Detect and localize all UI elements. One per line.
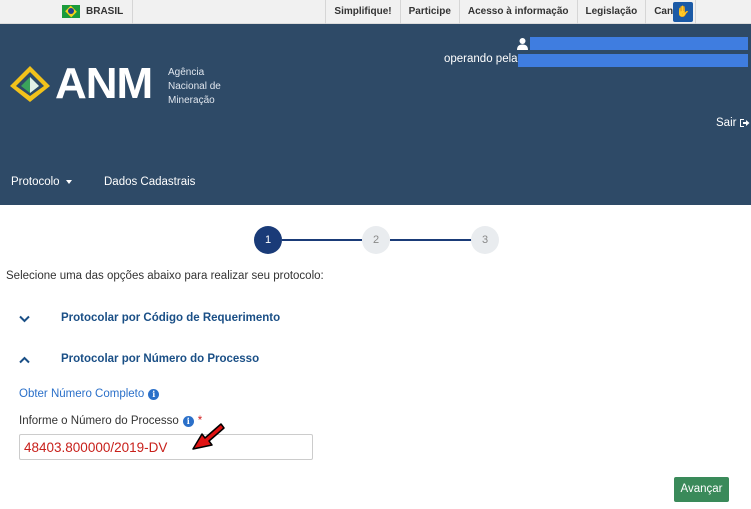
step-1: 1 (254, 226, 282, 254)
logo-wordmark[interactable]: ANM (55, 62, 153, 106)
get-full-number-label: Obter Número Completo (19, 388, 145, 400)
divider (132, 0, 133, 24)
redacted-organization (518, 54, 748, 67)
process-number-input[interactable]: 48403.800000/2019-DV (19, 434, 313, 460)
gov-link-simplifique[interactable]: Simplifique! (325, 0, 399, 24)
vlibras-hands-icon[interactable]: ✋ (673, 2, 693, 22)
logout-link[interactable]: Sair (716, 117, 750, 129)
operating-label: operando pela: (444, 53, 521, 65)
accordion-numero-processo[interactable]: Protocolar por Número do Processo (61, 353, 259, 365)
site-header: ANM Agência Nacional de Mineração operan… (0, 24, 751, 205)
logout-label: Sair (716, 117, 737, 129)
stepper-line (282, 239, 362, 241)
red-arrow-annotation-icon (192, 423, 225, 450)
brazil-flag-icon (62, 5, 80, 18)
gov-top-bar: BRASIL Simplifique! Participe Acesso à i… (0, 0, 751, 24)
gov-country-label: BRASIL (86, 6, 124, 17)
chevron-up-icon[interactable] (19, 356, 30, 364)
step-3: 3 (471, 226, 499, 254)
next-button[interactable]: Avançar (674, 477, 729, 502)
gov-link-participe[interactable]: Participe (399, 0, 459, 24)
accordion-codigo-requerimento[interactable]: Protocolar por Código de Requerimento (61, 312, 280, 324)
nav-item-protocolo[interactable]: Protocolo (11, 176, 72, 188)
caret-down-icon (65, 179, 72, 184)
gov-brasil-link[interactable]: BRASIL (62, 5, 123, 18)
get-full-number-link[interactable]: Obter Número Completo i (19, 388, 160, 400)
nav-item-label: Protocolo (11, 176, 60, 188)
sign-out-icon (740, 119, 750, 127)
anm-logo-icon (10, 66, 50, 102)
redacted-user-name (530, 37, 748, 50)
nav-item-dados-cadastrais[interactable]: Dados Cadastrais (104, 176, 195, 188)
stepper-line (390, 239, 472, 241)
user-icon (517, 38, 528, 50)
gov-link-acesso-informacao[interactable]: Acesso à informação (458, 0, 577, 24)
gov-link-legislacao[interactable]: Legislação (576, 0, 646, 24)
gov-links: Simplifique! Participe Acesso à informaç… (325, 0, 696, 24)
agency-name: Agência Nacional de Mineração (168, 67, 221, 106)
instruction-text: Selecione uma das opções abaixo para rea… (6, 270, 324, 282)
step-2: 2 (362, 226, 390, 254)
process-number-label-text: Informe o Número do Processo (19, 415, 179, 427)
chevron-down-icon[interactable] (19, 315, 30, 323)
nav-item-label: Dados Cadastrais (104, 176, 196, 188)
process-number-label: Informe o Número do Processo i * (19, 415, 202, 427)
info-icon[interactable]: i (148, 388, 160, 400)
